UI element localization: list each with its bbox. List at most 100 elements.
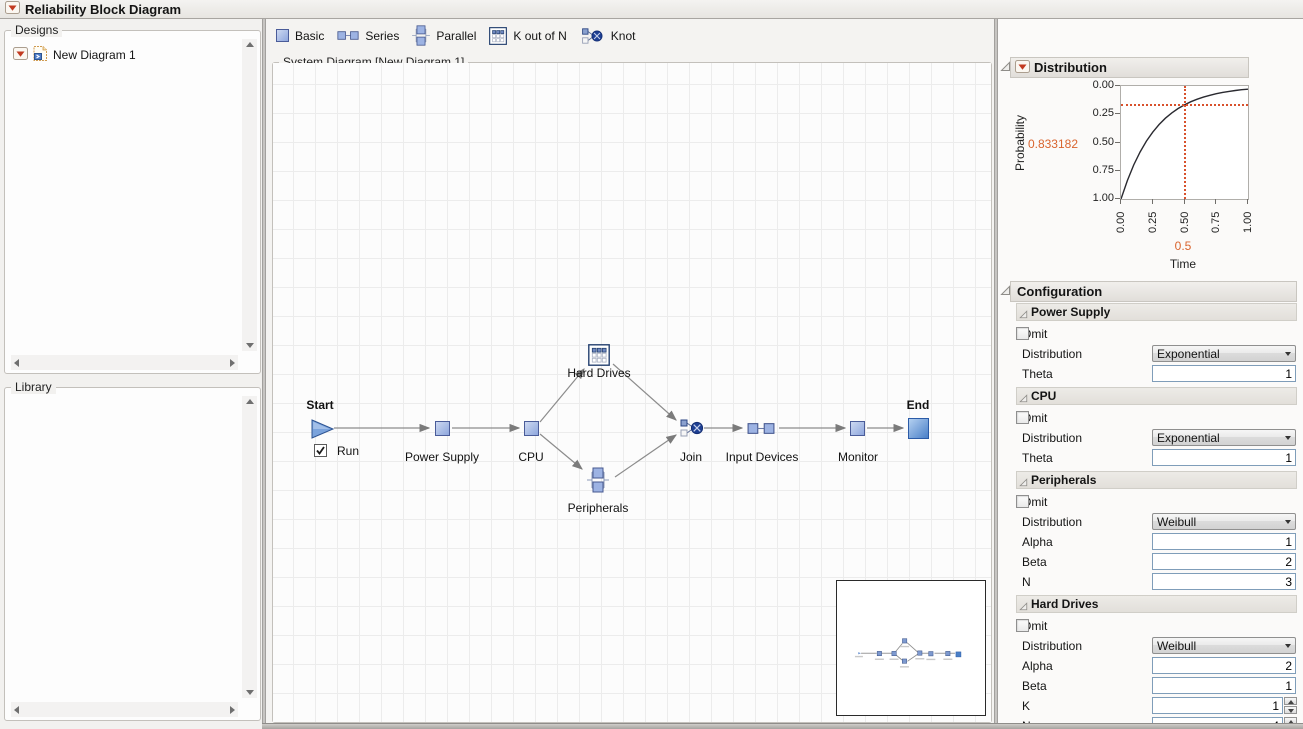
node-monitor[interactable]	[850, 421, 865, 436]
distribution-disclosure-button[interactable]	[1015, 60, 1030, 76]
distribution-header: Distribution	[1010, 57, 1249, 78]
node-label-peripherals: Peripherals	[568, 501, 629, 515]
basic-icon	[276, 29, 289, 42]
config-section-peripherals: PeripheralsOmitDistributionWeibullAlphaB…	[1016, 471, 1297, 592]
y-tick-label: 0.25	[1081, 107, 1114, 119]
toolbar-button-knot[interactable]: Knot	[580, 27, 636, 45]
node-join[interactable]	[680, 418, 704, 441]
section-collapse-icon[interactable]	[1019, 600, 1028, 614]
library-horizontal-scrollbar[interactable]	[11, 702, 238, 717]
diagram-canvas[interactable]: StartRunPower SupplyCPUHard DrivesPeriph…	[273, 63, 991, 722]
node-label-join: Join	[680, 450, 702, 464]
field-label: Distribution	[1022, 431, 1082, 445]
knot-block-icon	[680, 418, 704, 438]
select-value: Exponential	[1157, 431, 1220, 445]
toolbar-button-parallel[interactable]: Parallel	[412, 25, 476, 46]
section-collapse-icon[interactable]	[1019, 476, 1028, 490]
scroll-arrow-icon[interactable]	[230, 359, 235, 367]
section-title: Peripherals	[1031, 473, 1096, 487]
design-disclosure-button[interactable]	[13, 47, 28, 63]
alpha-input-hard-drives[interactable]	[1152, 657, 1296, 674]
y-tick-mark	[1115, 170, 1120, 171]
run-checkbox[interactable]	[314, 444, 327, 457]
time-reference-line[interactable]	[1184, 86, 1186, 199]
design-item-label[interactable]: New Diagram 1	[53, 48, 136, 62]
theta-input-power-supply[interactable]	[1152, 365, 1296, 382]
distribution-select-cpu[interactable]: Exponential	[1152, 429, 1296, 446]
omit-checkbox-peripherals[interactable]	[1016, 495, 1029, 508]
design-item-new-diagram-1[interactable]: New Diagram 1	[13, 45, 136, 65]
stepper-down-button[interactable]	[1284, 706, 1297, 714]
config-row-omit-peripherals: Omit	[1016, 492, 1297, 512]
select-value: Weibull	[1157, 515, 1196, 529]
toolbar-button-label: Series	[365, 29, 399, 43]
n-input-peripherals[interactable]	[1152, 573, 1296, 590]
stepper-up-button[interactable]	[1284, 697, 1297, 705]
section-header-cpu[interactable]: CPU	[1016, 387, 1297, 405]
node-cpu[interactable]	[524, 421, 539, 436]
scroll-arrow-icon[interactable]	[14, 359, 19, 367]
distribution-select-peripherals[interactable]: Weibull	[1152, 513, 1296, 530]
configuration-sections: Power Supply Omit Distribution Exponential T…	[1016, 303, 1297, 729]
scroll-arrow-icon[interactable]	[230, 706, 235, 714]
designs-vertical-scrollbar[interactable]	[242, 39, 257, 351]
toolbar-button-series[interactable]: Series	[337, 29, 399, 43]
config-row-alpha-hard-drives: Alpha	[1016, 656, 1297, 676]
knot-icon	[580, 27, 605, 45]
end-node[interactable]	[908, 418, 929, 439]
node-input-devices[interactable]	[747, 422, 775, 438]
theta-input-cpu[interactable]	[1152, 449, 1296, 466]
section-header-power-supply[interactable]: Power Supply	[1016, 303, 1297, 321]
time-reference-value[interactable]: 0.5	[1163, 239, 1203, 253]
section-title: Hard Drives	[1031, 597, 1098, 611]
k-stepper-hard-drives	[1284, 697, 1297, 714]
field-label: Distribution	[1022, 347, 1082, 361]
section-header-peripherals[interactable]: Peripherals	[1016, 471, 1297, 489]
right-panel: Distribution Probability 0.833182 1.000.…	[998, 19, 1303, 729]
end-label: End	[907, 398, 930, 412]
library-panel: Library	[4, 387, 261, 721]
field-label: Theta	[1022, 367, 1053, 381]
x-tick-mark	[1184, 199, 1185, 204]
beta-input-peripherals[interactable]	[1152, 553, 1296, 570]
dropdown-arrow-icon	[1285, 644, 1291, 648]
probability-reference-value[interactable]: 0.833182	[1026, 137, 1078, 151]
beta-input-hard-drives[interactable]	[1152, 677, 1296, 694]
node-peripherals[interactable]	[587, 467, 609, 496]
toolbar-button-k-out-of-n[interactable]: K out of N	[489, 27, 566, 45]
omit-checkbox-hard-drives[interactable]	[1016, 619, 1029, 632]
designs-horizontal-scrollbar[interactable]	[11, 355, 238, 370]
config-row-omit-hard-drives: Omit	[1016, 616, 1297, 636]
section-collapse-icon[interactable]	[1019, 308, 1028, 322]
section-collapse-icon[interactable]	[1019, 392, 1028, 406]
config-row-distribution-hard-drives: DistributionWeibull	[1016, 636, 1297, 656]
alpha-input-peripherals[interactable]	[1152, 533, 1296, 550]
section-title: CPU	[1031, 389, 1056, 403]
start-node[interactable]	[311, 419, 335, 442]
scroll-arrow-icon[interactable]	[246, 690, 254, 695]
dropdown-arrow-icon	[1285, 436, 1291, 440]
distribution-select-hard-drives[interactable]: Weibull	[1152, 637, 1296, 654]
node-power-supply[interactable]	[435, 421, 450, 436]
left-splitter[interactable]	[262, 19, 266, 729]
section-header-hard-drives[interactable]: Hard Drives	[1016, 595, 1297, 613]
omit-checkbox-power-supply[interactable]	[1016, 327, 1029, 340]
scroll-arrow-icon[interactable]	[14, 706, 19, 714]
k-input-hard-drives[interactable]	[1152, 697, 1283, 714]
y-tick-mark	[1115, 142, 1120, 143]
y-tick-label: 0.50	[1081, 136, 1114, 148]
scroll-arrow-icon[interactable]	[246, 343, 254, 348]
x-tick-label: 0.25	[1147, 212, 1159, 233]
toolbar-button-basic[interactable]: Basic	[276, 29, 324, 43]
omit-checkbox-cpu[interactable]	[1016, 411, 1029, 424]
report-disclosure-button[interactable]	[5, 1, 20, 17]
x-axis-label: Time	[1163, 257, 1203, 271]
scroll-arrow-icon[interactable]	[246, 399, 254, 404]
library-vertical-scrollbar[interactable]	[242, 396, 257, 698]
scroll-arrow-icon[interactable]	[246, 42, 254, 47]
field-label: Beta	[1022, 555, 1047, 569]
overview-minimap[interactable]	[836, 580, 986, 716]
probability-plot[interactable]	[1120, 85, 1249, 200]
distribution-select-power-supply[interactable]: Exponential	[1152, 345, 1296, 362]
toolbar-button-label: Parallel	[436, 29, 476, 43]
